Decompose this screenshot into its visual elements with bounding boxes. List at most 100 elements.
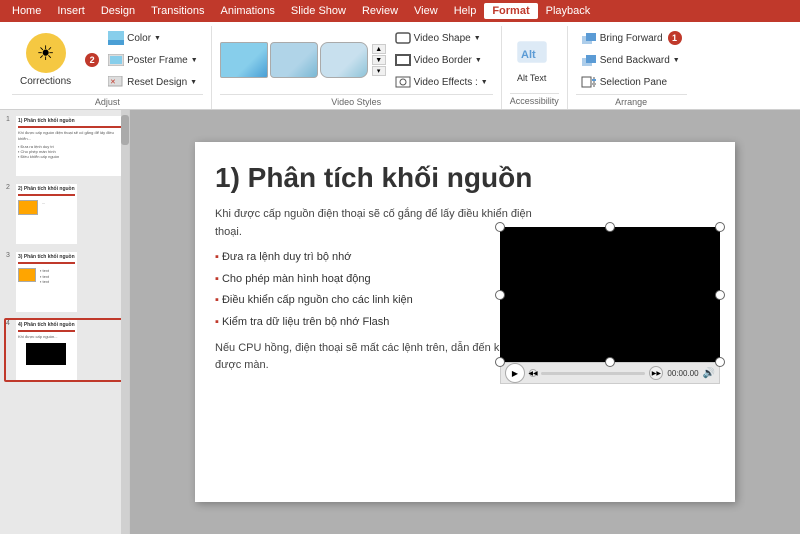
- color-button[interactable]: Color ▼: [103, 28, 203, 48]
- video-element[interactable]: [500, 227, 720, 362]
- video-effects-icon: [395, 74, 411, 90]
- menu-home[interactable]: Home: [4, 3, 49, 19]
- menu-review[interactable]: Review: [354, 3, 406, 19]
- forward-button[interactable]: ▶▶: [649, 366, 663, 380]
- adjust-content: ☀ Corrections 2 Color ▼: [12, 28, 203, 92]
- video-styles-content: ▲ ▼ ▾ Video Shape ▼: [220, 28, 493, 92]
- handle-ml[interactable]: [495, 290, 505, 300]
- slide-1-content: 1) Phân tích khối nguồn Khi được cấp ngu…: [16, 116, 123, 176]
- handle-tr[interactable]: [715, 222, 725, 232]
- svg-text:Alt: Alt: [521, 49, 536, 61]
- menu-insert[interactable]: Insert: [49, 3, 93, 19]
- play-button[interactable]: ▶: [505, 363, 525, 383]
- video-style-thumbnails: ▲ ▼ ▾: [220, 42, 386, 78]
- ribbon-group-video-styles: ▲ ▼ ▾ Video Shape ▼: [212, 26, 502, 109]
- handle-bl[interactable]: [495, 357, 505, 367]
- alt-text-label: Alt Text: [517, 73, 546, 83]
- handle-tm[interactable]: [605, 222, 615, 232]
- selection-pane-label: Selection Pane: [600, 77, 667, 88]
- video-styles-group-label: Video Styles: [220, 94, 493, 110]
- send-backward-button[interactable]: Send Backward ▼: [576, 50, 687, 70]
- video-style-thumb-3[interactable]: [320, 42, 368, 78]
- adjust-group-label: Adjust: [12, 94, 203, 110]
- ribbon-group-accessibility: Alt Alt Text Accessibility: [502, 26, 568, 109]
- slide-thumb-3[interactable]: 3 3) Phân tích khối nguồn ▪ text▪ text▪ …: [4, 250, 125, 314]
- poster-frame-button[interactable]: Poster Frame ▼: [103, 50, 203, 70]
- slide-thumb-4[interactable]: 4 4) Phân tích khối nguồn Khi được cấp n…: [4, 318, 125, 382]
- menu-format[interactable]: Format: [484, 3, 537, 19]
- color-dropdown-icon: ▼: [154, 35, 161, 42]
- handle-tl[interactable]: [495, 222, 505, 232]
- reset-icon: ✕: [108, 74, 124, 90]
- menu-slideshow[interactable]: Slide Show: [283, 3, 354, 19]
- video-effects-dropdown: ▼: [481, 79, 488, 86]
- accessibility-group-label: Accessibility: [510, 93, 559, 109]
- ribbon: ☀ Corrections 2 Color ▼: [0, 22, 800, 110]
- handle-mr[interactable]: [715, 290, 725, 300]
- slide-3-content: 3) Phân tích khối nguồn ▪ text▪ text▪ te…: [16, 252, 77, 312]
- reset-design-button[interactable]: ✕ Reset Design ▼: [103, 72, 203, 92]
- arrange-group-label: Arrange: [576, 94, 687, 110]
- video-style-scroll: ▲ ▼ ▾: [372, 44, 386, 76]
- arrange-content: Bring Forward 1 Send Backward ▼: [576, 28, 687, 92]
- menu-design[interactable]: Design: [93, 3, 143, 19]
- slide-thumb-2[interactable]: 2 2) Phân tích khối nguồn ...: [4, 182, 125, 246]
- video-shape-button[interactable]: Video Shape ▼: [390, 28, 493, 48]
- arrange-buttons: Bring Forward 1 Send Backward ▼: [576, 28, 687, 92]
- video-border-button[interactable]: Video Border ▼: [390, 50, 493, 70]
- bring-forward-icon: [581, 30, 597, 46]
- corrections-badge: 2: [85, 53, 99, 67]
- accessibility-content: Alt Alt Text: [510, 28, 559, 91]
- reset-design-label: Reset Design: [127, 77, 187, 88]
- slide-2-content: 2) Phân tích khối nguồn ...: [16, 184, 77, 244]
- thumb-video: [26, 343, 66, 365]
- corrections-button[interactable]: ☀ Corrections: [12, 29, 79, 91]
- video-options-group: Video Shape ▼ Video Border ▼: [390, 28, 493, 92]
- bring-forward-button[interactable]: Bring Forward 1: [576, 28, 687, 48]
- slide-panel[interactable]: 1 1) Phân tích khối nguồn Khi được cấp n…: [0, 110, 130, 534]
- color-icon: [108, 30, 124, 46]
- color-label: Color: [127, 33, 151, 44]
- rewind-button[interactable]: ◀◀: [529, 369, 537, 377]
- send-backward-dropdown: ▼: [673, 57, 680, 64]
- corrections-label: Corrections: [20, 76, 71, 87]
- ribbon-group-adjust: ☀ Corrections 2 Color ▼: [4, 26, 212, 109]
- selection-pane-icon: [581, 74, 597, 90]
- menu-animations[interactable]: Animations: [213, 3, 283, 19]
- poster-dropdown-icon: ▼: [191, 57, 198, 64]
- corrections-icon: ☀: [26, 33, 66, 73]
- handle-br[interactable]: [715, 357, 725, 367]
- video-effects-label: Video Effects :: [414, 77, 478, 88]
- video-effects-button[interactable]: Video Effects : ▼: [390, 72, 493, 92]
- adjust-btn-group: Color ▼ Poster Frame ▼: [103, 28, 203, 92]
- selection-pane-button[interactable]: Selection Pane: [576, 72, 687, 92]
- slide-view: 1) Phân tích khối nguồn Khi được cấp ngu…: [130, 110, 800, 534]
- video-style-thumb-1[interactable]: [220, 42, 268, 78]
- send-backward-icon: [581, 52, 597, 68]
- svg-text:✕: ✕: [110, 79, 116, 86]
- scroll-up-arrow[interactable]: ▲: [372, 44, 386, 54]
- video-border-dropdown: ▼: [475, 57, 482, 64]
- bring-forward-label: Bring Forward: [600, 33, 663, 44]
- slide-canvas: 1) Phân tích khối nguồn Khi được cấp ngu…: [195, 142, 735, 502]
- poster-frame-label: Poster Frame: [127, 55, 188, 66]
- video-style-thumb-2[interactable]: [270, 42, 318, 78]
- progress-bar[interactable]: [541, 372, 645, 375]
- menu-help[interactable]: Help: [446, 3, 485, 19]
- menu-bar: Home Insert Design Transitions Animation…: [0, 0, 800, 22]
- handle-bm[interactable]: [605, 357, 615, 367]
- time-display: 00:00.00: [667, 369, 698, 378]
- video-border-icon: [395, 52, 411, 68]
- send-backward-label: Send Backward: [600, 55, 670, 66]
- slide-thumb-1[interactable]: 1 1) Phân tích khối nguồn Khi được cấp n…: [4, 114, 125, 178]
- alt-text-button[interactable]: Alt Alt Text: [510, 32, 554, 87]
- video-border-label: Video Border: [414, 55, 472, 66]
- volume-button[interactable]: 🔊: [703, 368, 715, 379]
- menu-transitions[interactable]: Transitions: [143, 3, 212, 19]
- ribbon-group-arrange: Bring Forward 1 Send Backward ▼: [568, 26, 695, 109]
- scroll-down-arrow[interactable]: ▼: [372, 55, 386, 65]
- menu-playback[interactable]: Playback: [538, 3, 599, 19]
- menu-view[interactable]: View: [406, 3, 446, 19]
- video-shape-label: Video Shape: [414, 33, 471, 44]
- scroll-more-arrow[interactable]: ▾: [372, 66, 386, 76]
